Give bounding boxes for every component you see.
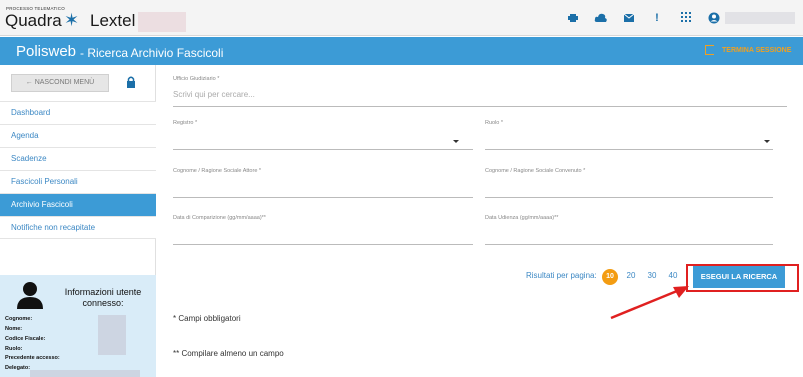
logo-blurred-area: [138, 12, 186, 32]
logo-star-icon: ✶: [64, 10, 80, 30]
user-data-blurred: [98, 315, 126, 355]
udienza-underline: [485, 244, 773, 245]
page-size-20[interactable]: 20: [624, 271, 638, 280]
results-per-page-label: Risultati per pagina:: [526, 271, 597, 280]
page-title: - Ricerca Archivio Fascicoli: [80, 46, 224, 60]
user-field-ruolo: Ruolo:: [5, 346, 23, 352]
page-size-40[interactable]: 40: [666, 271, 680, 280]
cloud-icon[interactable]: [594, 12, 607, 24]
ufficio-label: Ufficio Giudiziario *: [173, 76, 220, 82]
top-bar: PROCESSO TELEMATICO Quadra ✶ Lextel !: [0, 0, 803, 36]
user-field-nome: Nome:: [5, 326, 23, 332]
logo-text-quadra: Quadra: [5, 11, 62, 30]
logo-text-lextel: Lextel: [90, 11, 136, 30]
mail-icon[interactable]: [623, 12, 635, 24]
at-least-one-note: ** Compilare almeno un campo: [173, 349, 284, 358]
required-note: * Campi obbligatori: [173, 314, 241, 323]
ufficio-underline: [173, 106, 787, 107]
apps-grid-icon[interactable]: [680, 12, 692, 24]
lock-icon[interactable]: [126, 76, 136, 88]
user-avatar-icon: [15, 281, 45, 311]
registro-chevron-down-icon: [453, 140, 459, 143]
convenuto-underline: [485, 197, 773, 198]
search-button[interactable]: ESEGUI LA RICERCA: [693, 266, 785, 288]
sidebar-item-archivio-fascicoli[interactable]: Archivio Fascicoli: [0, 193, 156, 216]
user-field-precedente-accesso: Precedente accesso:: [5, 355, 60, 361]
registro-underline: [173, 149, 473, 150]
sidebar-item-fascicoli-personali[interactable]: Fascicoli Personali: [0, 170, 156, 193]
registro-label: Registro *: [173, 120, 198, 126]
search-form: Ufficio Giudiziario * Scrivi qui per cer…: [157, 65, 803, 377]
user-icon[interactable]: [708, 12, 720, 24]
title-bar: Polisweb - Ricerca Archivio Fascicoli TE…: [0, 37, 803, 65]
user-field-codice-fiscale: Codice Fiscale:: [5, 336, 46, 342]
logout-button[interactable]: TERMINA SESSIONE: [706, 47, 791, 54]
sidebar: ← NASCONDI MENÙ Dashboard Agenda Scadenz…: [0, 65, 156, 377]
user-field-cognome: Cognome:: [5, 316, 33, 322]
attore-input[interactable]: [173, 177, 473, 197]
convenuto-input[interactable]: [485, 177, 773, 197]
sidebar-item-agenda[interactable]: Agenda: [0, 124, 156, 147]
registro-select[interactable]: [173, 131, 473, 149]
ruolo-label: Ruolo *: [485, 120, 504, 126]
sidebar-item-scadenze[interactable]: Scadenze: [0, 147, 156, 170]
ruolo-chevron-down-icon: [764, 140, 770, 143]
attore-underline: [173, 197, 473, 198]
convenuto-label: Cognome / Ragione Sociale Convenuto *: [485, 168, 586, 174]
hide-menu-button[interactable]: ← NASCONDI MENÙ: [11, 74, 109, 92]
comparizione-label: Data di Comparizione (gg/mm/aaaa)**: [173, 215, 266, 221]
logout-label: TERMINA SESSIONE: [722, 47, 792, 54]
user-field-delegato: Delegato:: [5, 365, 31, 371]
annotation-arrow-icon: [610, 286, 689, 320]
ufficio-input[interactable]: Scrivi qui per cercare...: [173, 90, 255, 99]
ruolo-select[interactable]: [485, 131, 773, 149]
sidebar-item-dashboard[interactable]: Dashboard: [0, 101, 156, 124]
app-name: Polisweb: [16, 43, 77, 60]
alert-icon[interactable]: !: [651, 12, 663, 24]
user-info-panel: Informazioni utente connesso: Cognome: N…: [0, 275, 156, 377]
cube-icon[interactable]: [567, 12, 579, 24]
page-size-30[interactable]: 30: [645, 271, 659, 280]
user-info-title: Informazioni utente connesso:: [64, 287, 142, 308]
attore-label: Cognome / Ragione Sociale Attore *: [173, 168, 262, 174]
udienza-input[interactable]: [485, 224, 773, 244]
sidebar-item-notifiche[interactable]: Notifiche non recapitate: [0, 216, 156, 239]
udienza-label: Data Udienza (gg/mm/aaaa)**: [485, 215, 559, 221]
user-name-blurred: [725, 12, 795, 24]
ruolo-underline: [485, 149, 773, 150]
comparizione-input[interactable]: [173, 224, 473, 244]
delegato-blurred: [30, 370, 140, 377]
comparizione-underline: [173, 244, 473, 245]
